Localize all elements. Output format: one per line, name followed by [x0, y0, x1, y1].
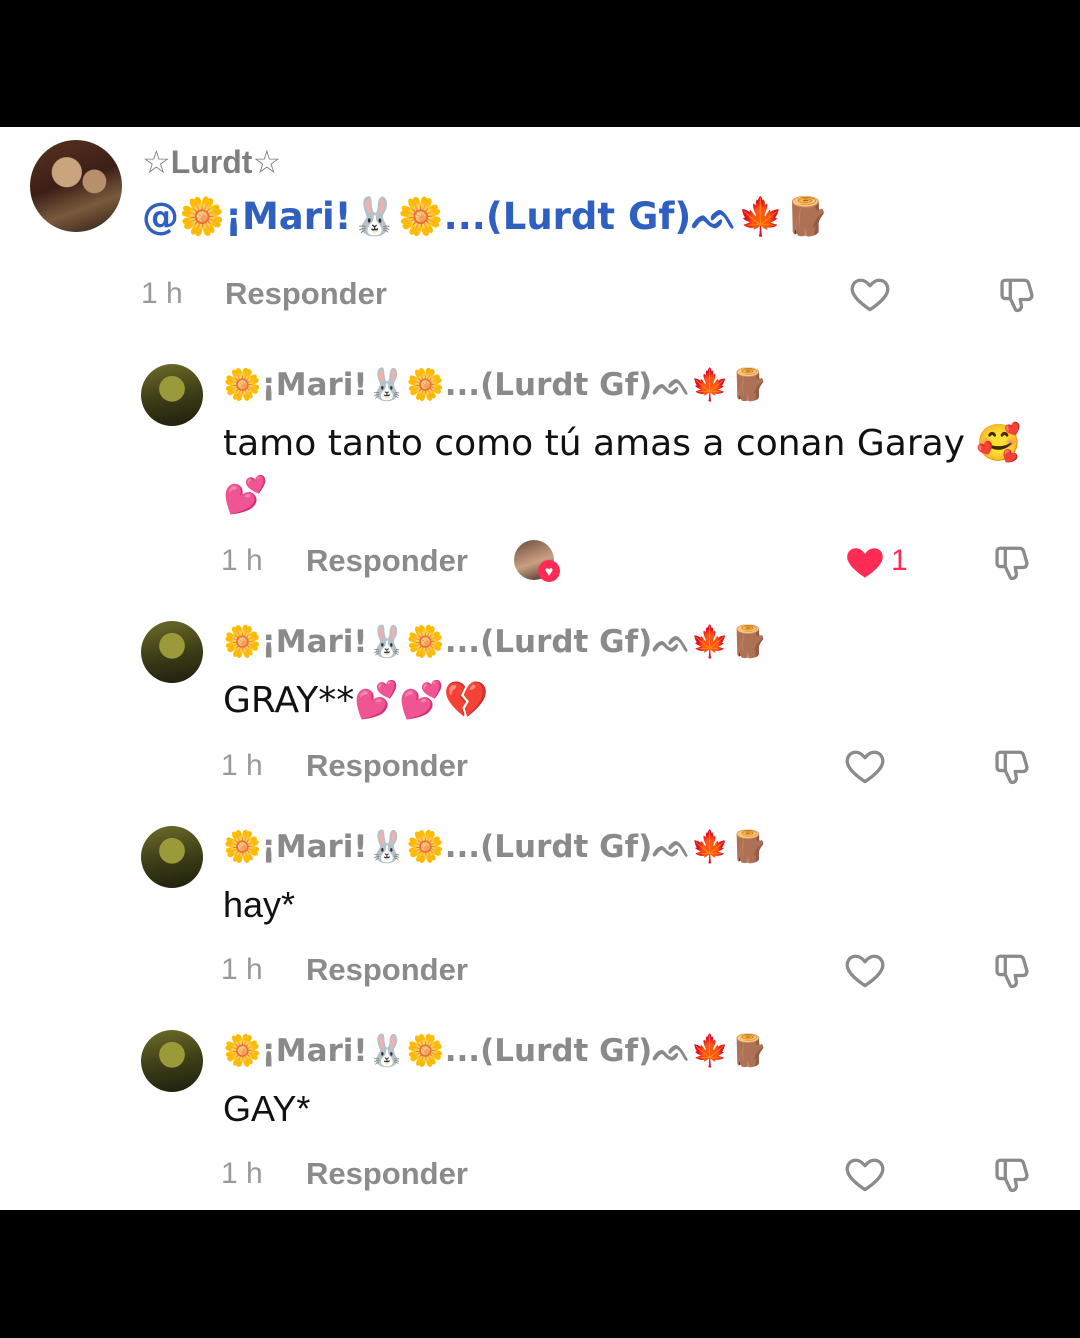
- comments-panel: ☆Lurdt☆ @🌼¡Mari!🐰🌼...(Lurdt Gf)ᨒ🍁🪵 1 h R…: [0, 127, 1080, 1210]
- comment-text: GRAY**💕💕💔: [223, 680, 489, 721]
- comment-text: hay*: [223, 884, 296, 925]
- comment-text: @🌼¡Mari!🐰🌼...(Lurdt Gf)ᨒ🍁🪵: [142, 195, 830, 238]
- thumbs-down-icon[interactable]: [991, 540, 1035, 584]
- thumbs-down-icon[interactable]: [991, 948, 1035, 992]
- comment-username[interactable]: 🌼¡Mari!🐰🌼...(Lurdt Gf)ᨒ🍁🪵: [223, 623, 768, 661]
- avatar[interactable]: [141, 826, 203, 888]
- comment-time: 1 h: [221, 953, 263, 986]
- comment-text: tamo tanto como tú amas a conan Garay 🥰: [223, 423, 1022, 464]
- creator-heart-icon: ♥: [538, 560, 560, 582]
- reply-button[interactable]: Responder: [306, 543, 468, 579]
- like-count: 1: [891, 544, 908, 577]
- comment-time: 1 h: [221, 749, 263, 782]
- avatar[interactable]: [141, 364, 203, 426]
- comment-username[interactable]: ☆Lurdt☆: [142, 143, 281, 181]
- comment-time: 1 h: [221, 544, 263, 577]
- heart-outline-icon[interactable]: [843, 744, 887, 788]
- heart-outline-icon[interactable]: [843, 948, 887, 992]
- comment-text: GAY*: [223, 1088, 311, 1129]
- comment-username[interactable]: 🌼¡Mari!🐰🌼...(Lurdt Gf)ᨒ🍁🪵: [223, 828, 768, 866]
- comment-username[interactable]: 🌼¡Mari!🐰🌼...(Lurdt Gf)ᨒ🍁🪵: [223, 366, 768, 404]
- heart-outline-icon[interactable]: [848, 272, 892, 316]
- thumbs-down-icon[interactable]: [991, 744, 1035, 788]
- comment-time: 1 h: [141, 277, 183, 310]
- thumbs-down-icon[interactable]: [996, 272, 1040, 316]
- comment-time: 1 h: [221, 1157, 263, 1190]
- comment-text-line2: 💕: [223, 475, 268, 516]
- reply-button[interactable]: Responder: [306, 748, 468, 784]
- heart-filled-icon[interactable]: [843, 540, 887, 584]
- heart-outline-icon[interactable]: [843, 1152, 887, 1196]
- avatar[interactable]: [141, 1030, 203, 1092]
- avatar[interactable]: [141, 621, 203, 683]
- reply-button[interactable]: Responder: [306, 952, 468, 988]
- avatar[interactable]: [30, 140, 122, 232]
- reply-button[interactable]: Responder: [225, 276, 387, 312]
- reply-button[interactable]: Responder: [306, 1156, 468, 1192]
- comment-username[interactable]: 🌼¡Mari!🐰🌼...(Lurdt Gf)ᨒ🍁🪵: [223, 1032, 768, 1070]
- thumbs-down-icon[interactable]: [991, 1152, 1035, 1196]
